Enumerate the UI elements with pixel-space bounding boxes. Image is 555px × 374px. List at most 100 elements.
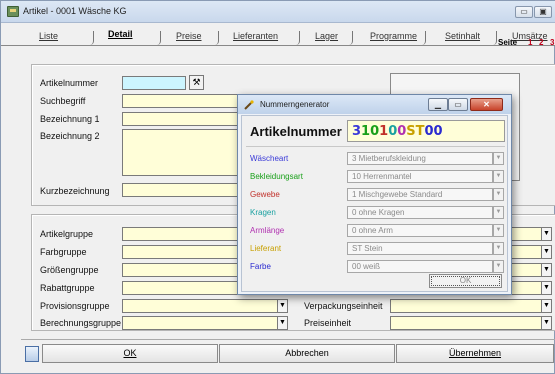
title-bar: Artikel - 0001 Wäsche KG ▭ ▣ xyxy=(1,1,555,23)
label-preiseinheit: Preiseinheit xyxy=(304,318,352,328)
app-icon xyxy=(7,6,19,17)
bottom-divider xyxy=(21,339,555,340)
number-part-kragen: 0 xyxy=(388,124,398,139)
number-part-farbe: 00 xyxy=(424,124,443,139)
abbrechen-button[interactable]: Abbrechen xyxy=(219,344,395,363)
wand-icon[interactable]: ⚒ xyxy=(189,75,204,90)
bezeichnung2-input[interactable] xyxy=(122,129,242,176)
tab-strip: Liste Detail Preise Lieferanten Lager Pr… xyxy=(1,23,555,45)
chevron-down-icon[interactable]: ▼ xyxy=(541,281,552,295)
provisionsgruppe-select[interactable] xyxy=(122,299,278,313)
label-bezeichnung1: Bezeichnung 1 xyxy=(40,114,100,124)
label-artikelgruppe: Artikelgruppe xyxy=(40,229,94,239)
chevron-down-icon[interactable]: ▼ xyxy=(541,316,552,330)
tab-separator xyxy=(416,31,426,45)
chevron-down-icon[interactable]: ▼ xyxy=(277,299,288,313)
tab-separator xyxy=(209,31,219,45)
tab-lager[interactable]: Lager xyxy=(315,31,338,45)
page-1[interactable]: 1 xyxy=(528,38,532,47)
document-icon[interactable] xyxy=(25,346,39,362)
label-farbgruppe: Farbgruppe xyxy=(40,247,87,257)
verpackungseinheit-select[interactable] xyxy=(390,299,542,313)
uebernehmen-button[interactable]: Übernehmen xyxy=(396,344,554,363)
page-2[interactable]: 2 xyxy=(539,38,543,47)
label-gewebe: Gewebe xyxy=(250,190,280,199)
kurzbezeichnung-input[interactable] xyxy=(122,183,242,197)
wand-icon xyxy=(244,100,254,110)
label-provisionsgruppe: Provisionsgruppe xyxy=(40,301,110,311)
dialog-divider xyxy=(246,146,505,147)
label-rabattgruppe: Rabattgruppe xyxy=(40,283,95,293)
number-part-armlaenge: 0 xyxy=(397,124,407,139)
preiseinheit-select[interactable] xyxy=(390,316,542,330)
chevron-down-icon[interactable]: ▼ xyxy=(493,242,504,255)
pager-label: Seite xyxy=(498,38,518,47)
tab-divider xyxy=(1,45,555,46)
label-suchbegriff: Suchbegriff xyxy=(40,96,86,106)
bekleidungsart-select[interactable]: 10 Herrenmantel xyxy=(347,170,493,183)
label-kurzbezeichnung: Kurzbezeichnung xyxy=(40,186,110,196)
lieferant-select[interactable]: ST Stein xyxy=(347,242,493,255)
label-bezeichnung2: Bezeichnung 2 xyxy=(40,131,100,141)
label-lieferant: Lieferant xyxy=(250,244,282,253)
chevron-down-icon[interactable]: ▼ xyxy=(493,206,504,219)
dialog-title: Nummerngenerator xyxy=(260,100,330,109)
chevron-down-icon[interactable]: ▼ xyxy=(493,224,504,237)
maximize-icon[interactable]: ▭ xyxy=(448,98,468,111)
chevron-down-icon[interactable]: ▼ xyxy=(541,245,552,259)
number-part-lieferant: ST xyxy=(406,124,425,139)
armlaenge-select[interactable]: 0 ohne Arm xyxy=(347,224,493,237)
tab-separator xyxy=(84,31,94,45)
chevron-down-icon[interactable]: ▼ xyxy=(493,260,504,273)
suchbegriff-input[interactable] xyxy=(122,94,242,108)
minimize-icon[interactable]: ▭ xyxy=(515,6,533,18)
tab-lieferanten[interactable]: Lieferanten xyxy=(233,31,278,45)
label-farbe: Farbe xyxy=(250,262,271,271)
gewebe-select[interactable]: 1 Mischgewebe Standard xyxy=(347,188,493,201)
number-part-gewebe: 1 xyxy=(379,124,389,139)
nummerngenerator-dialog: Nummerngenerator ▁ ▭ ✕ Artikelnummer 310… xyxy=(237,94,512,295)
label-groessengruppe: Größengruppe xyxy=(40,265,99,275)
number-part-bekleidungsart: 10 xyxy=(361,124,380,139)
kragen-select[interactable]: 0 ohne Kragen xyxy=(347,206,493,219)
label-armlaenge: Armlänge xyxy=(250,226,285,235)
tab-preise[interactable]: Preise xyxy=(176,31,202,45)
window-title: Artikel - 0001 Wäsche KG xyxy=(23,6,127,16)
generated-number-field[interactable]: 310100ST00 xyxy=(347,120,505,142)
chevron-down-icon[interactable]: ▼ xyxy=(277,316,288,330)
chevron-down-icon[interactable]: ▼ xyxy=(493,188,504,201)
tab-detail[interactable]: Detail xyxy=(108,29,133,43)
bezeichnung1-input[interactable] xyxy=(122,112,242,126)
tab-separator xyxy=(343,31,353,45)
label-artikelnummer: Artikelnummer xyxy=(40,78,99,88)
chevron-down-icon[interactable]: ▼ xyxy=(541,227,552,241)
berechnungsgruppe-select[interactable] xyxy=(122,316,278,330)
tab-liste[interactable]: Liste xyxy=(39,31,58,45)
chevron-down-icon[interactable]: ▼ xyxy=(541,263,552,277)
tab-separator xyxy=(290,31,300,45)
chevron-down-icon[interactable]: ▼ xyxy=(493,152,504,165)
close-icon[interactable]: ✕ xyxy=(470,98,503,111)
artikelgruppe-select[interactable] xyxy=(122,227,242,241)
maximize-icon[interactable]: ▣ xyxy=(534,6,552,18)
ok-button[interactable]: OK xyxy=(42,344,218,363)
minimize-icon[interactable]: ▁ xyxy=(428,98,448,111)
rabattgruppe-select[interactable] xyxy=(122,281,242,295)
chevron-down-icon[interactable]: ▼ xyxy=(541,299,552,313)
label-waescheart: Wäscheart xyxy=(250,154,289,163)
page-3[interactable]: 3 xyxy=(550,38,554,47)
chevron-down-icon[interactable]: ▼ xyxy=(493,170,504,183)
dialog-body: Artikelnummer 310100ST00 Wäscheart 3 Mie… xyxy=(241,115,508,292)
label-berechnungsgruppe: Berechnungsgruppe xyxy=(40,318,122,328)
dialog-ok-button[interactable]: OK xyxy=(429,274,502,288)
label-kragen: Kragen xyxy=(250,208,276,217)
waescheart-select[interactable]: 3 Mietberufskleidung xyxy=(347,152,493,165)
tab-programme[interactable]: Programme xyxy=(370,31,417,45)
tab-setinhalt[interactable]: Setinhalt xyxy=(445,31,480,45)
farbgruppe-select[interactable] xyxy=(122,245,242,259)
farbe-select[interactable]: 00 weiß xyxy=(347,260,493,273)
artikelnummer-input[interactable] xyxy=(122,76,186,90)
dialog-title-bar: Nummerngenerator ▁ ▭ ✕ xyxy=(238,95,511,114)
tab-separator xyxy=(151,31,161,45)
groessengruppe-select[interactable] xyxy=(122,263,242,277)
